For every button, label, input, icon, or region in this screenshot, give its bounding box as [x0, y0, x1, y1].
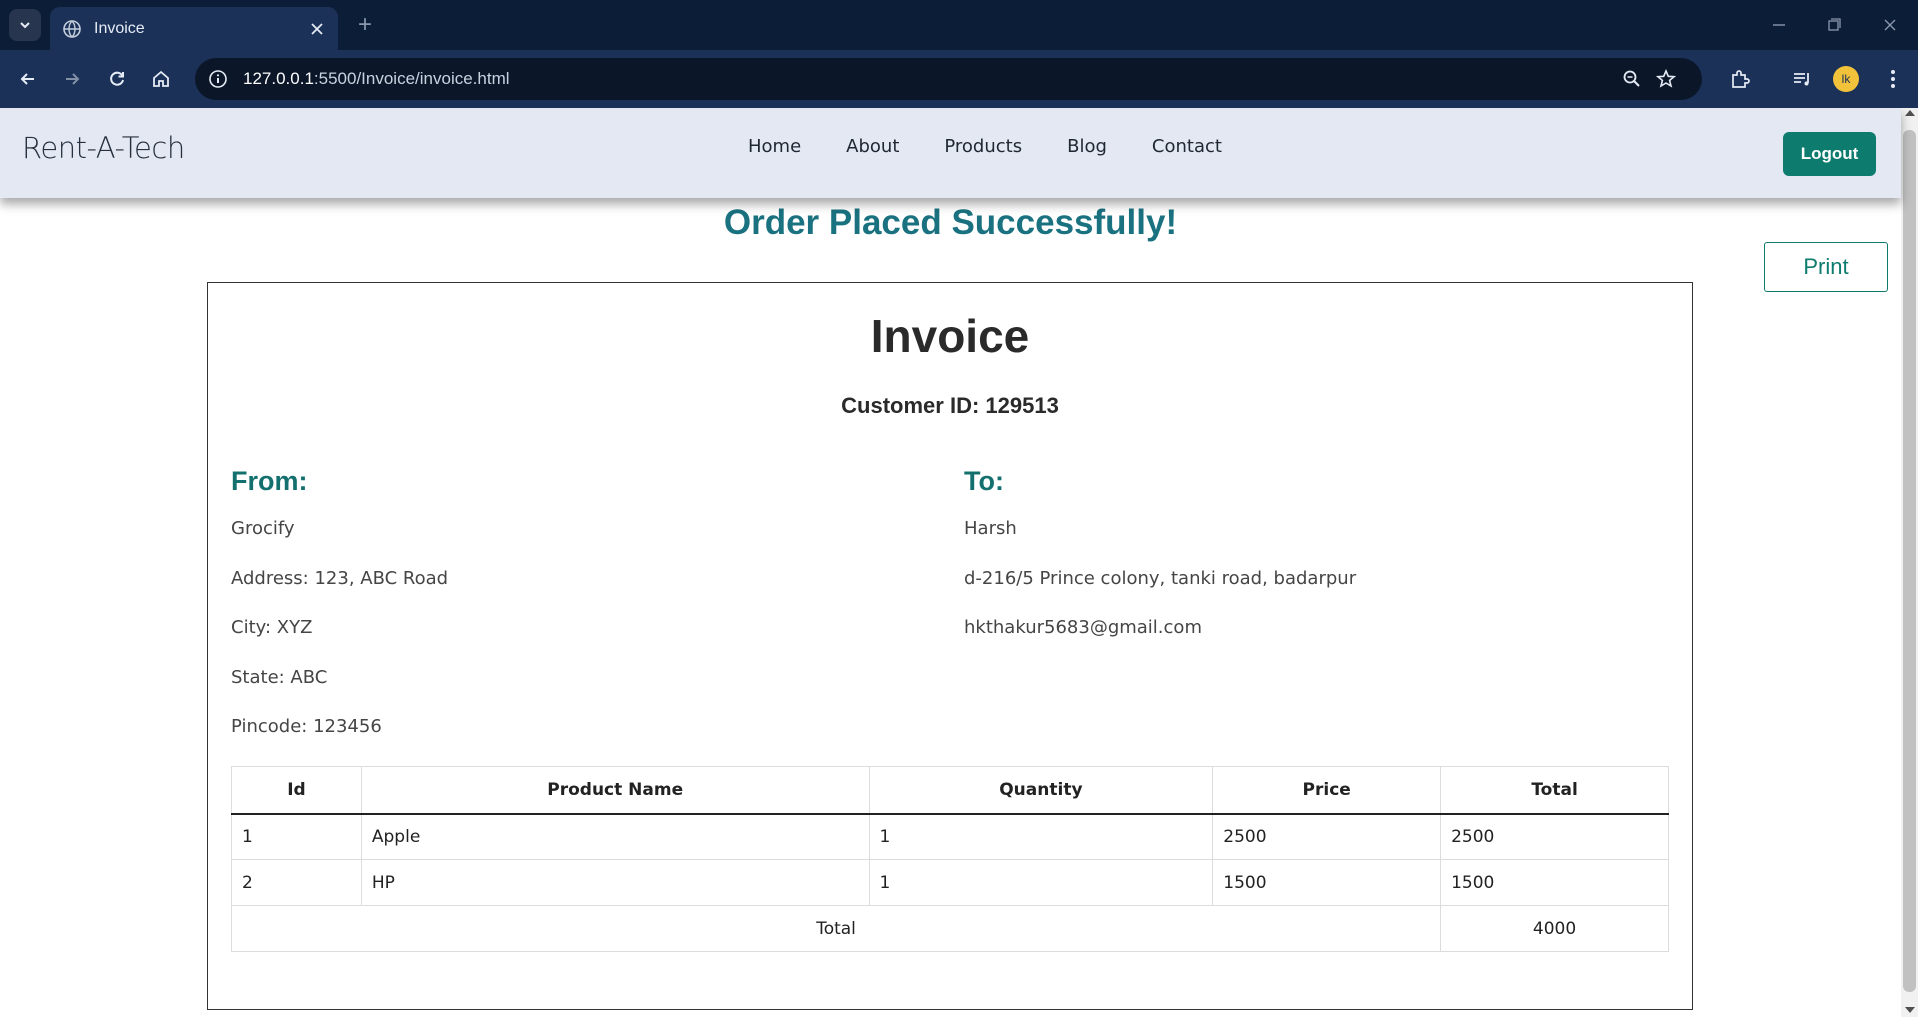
from-name: Grocify: [231, 518, 295, 539]
cell-total: 1500: [1440, 859, 1669, 906]
home-button[interactable]: [147, 65, 175, 93]
vertical-scrollbar[interactable]: [1901, 108, 1918, 1017]
from-state: State: ABC: [231, 667, 328, 688]
invoice-items-table: Id Product Name Quantity Price Total 1 A…: [230, 766, 1669, 952]
cell-id: 1: [231, 813, 362, 860]
invoice-card: Invoice Customer ID: 129513 From: Grocif…: [207, 282, 1693, 1010]
scroll-up-arrow-icon[interactable]: [1905, 110, 1915, 116]
bookmark-star-icon[interactable]: [1652, 65, 1680, 93]
scrollbar-thumb[interactable]: [1903, 130, 1916, 992]
profile-avatar[interactable]: lk: [1833, 66, 1859, 92]
grand-total-value: 4000: [1440, 905, 1669, 952]
scroll-down-arrow-icon[interactable]: [1905, 1007, 1915, 1013]
arrow-left-icon: [20, 73, 34, 85]
restore-icon[interactable]: [1820, 12, 1848, 38]
success-message: Order Placed Successfully!: [723, 203, 1178, 242]
kebab-menu-icon[interactable]: [1879, 65, 1907, 93]
invoice-title: Invoice: [870, 310, 1030, 362]
forward-button[interactable]: [58, 65, 86, 93]
print-button[interactable]: Print: [1764, 242, 1888, 292]
browser-tabstrip: Invoice +: [0, 0, 1918, 50]
cell-id: 2: [231, 859, 362, 906]
cell-quantity: 1: [868, 813, 1214, 860]
column-header-quantity: Quantity: [868, 766, 1214, 815]
cell-total: 2500: [1440, 813, 1669, 860]
nav-link-about[interactable]: About: [846, 136, 899, 157]
from-address: Address: 123, ABC Road: [231, 568, 449, 589]
cell-product-name: Apple: [360, 813, 870, 860]
close-icon[interactable]: [308, 20, 326, 38]
tab-title: Invoice: [94, 19, 145, 37]
brand-logo[interactable]: Rent-A-Tech: [22, 131, 185, 165]
extensions-icon[interactable]: [1726, 65, 1754, 93]
zoom-icon[interactable]: [1618, 65, 1646, 93]
arrow-right-icon: [66, 73, 80, 85]
from-city: City: XYZ: [231, 617, 313, 638]
url-host: 127.0.0.1: [243, 69, 314, 88]
to-address: d-216/5 Prince colony, tanki road, badar…: [964, 568, 1357, 589]
table-header-row: Id Product Name Quantity Price Total: [231, 766, 1669, 815]
nav-link-contact[interactable]: Contact: [1152, 136, 1222, 157]
home-icon: [153, 70, 169, 87]
logout-button[interactable]: Logout: [1783, 132, 1876, 176]
nav-link-home[interactable]: Home: [748, 136, 801, 157]
site-navbar: Rent-A-Tech Home About Products Blog Con…: [0, 108, 1901, 198]
reload-icon: [110, 71, 124, 86]
back-button[interactable]: [14, 65, 42, 93]
tab-search-button[interactable]: [9, 9, 41, 41]
chevron-down-icon: [20, 22, 30, 29]
cell-price: 1500: [1212, 859, 1442, 906]
table-total-row: Total 4000: [230, 905, 1669, 952]
from-heading: From:: [231, 466, 308, 496]
nav-link-blog[interactable]: Blog: [1067, 136, 1107, 157]
minimize-icon[interactable]: [1765, 12, 1793, 38]
table-row: 2 HP 1 1500 1500: [231, 859, 1669, 906]
site-info-icon[interactable]: [205, 66, 231, 92]
column-header-price: Price: [1212, 766, 1442, 815]
new-tab-button[interactable]: +: [352, 12, 378, 38]
column-header-total: Total: [1440, 766, 1669, 815]
url-path: :5500/Invoice/invoice.html: [313, 69, 510, 88]
column-header-product-name: Product Name: [360, 766, 870, 815]
nav-links: Home About Products Blog Contact: [748, 136, 1267, 157]
address-bar[interactable]: 127.0.0.1:5500/Invoice/invoice.html: [195, 58, 1702, 100]
table-row: 1 Apple 1 2500 2500: [231, 813, 1669, 860]
to-name: Harsh: [964, 518, 1017, 539]
page-viewport: Rent-A-Tech Home About Products Blog Con…: [0, 108, 1918, 1017]
url-text[interactable]: 127.0.0.1:5500/Invoice/invoice.html: [243, 69, 510, 89]
to-email: hkthakur5683@gmail.com: [964, 617, 1202, 638]
browser-toolbar: 127.0.0.1:5500/Invoice/invoice.html lk: [0, 50, 1918, 108]
column-header-id: Id: [231, 766, 362, 815]
nav-link-products[interactable]: Products: [944, 136, 1022, 157]
customer-id: Customer ID: 129513: [841, 393, 1059, 418]
reload-button[interactable]: [103, 65, 131, 93]
browser-tab-active[interactable]: Invoice: [50, 7, 338, 50]
cell-product-name: HP: [360, 859, 870, 906]
cell-quantity: 1: [868, 859, 1214, 906]
media-controls-icon[interactable]: [1788, 65, 1816, 93]
cell-price: 2500: [1212, 813, 1442, 860]
window-close-icon[interactable]: [1876, 12, 1904, 38]
to-heading: To:: [964, 466, 1004, 496]
globe-icon: [63, 19, 81, 38]
from-pincode: Pincode: 123456: [231, 716, 382, 737]
grand-total-label: Total: [230, 905, 1442, 952]
